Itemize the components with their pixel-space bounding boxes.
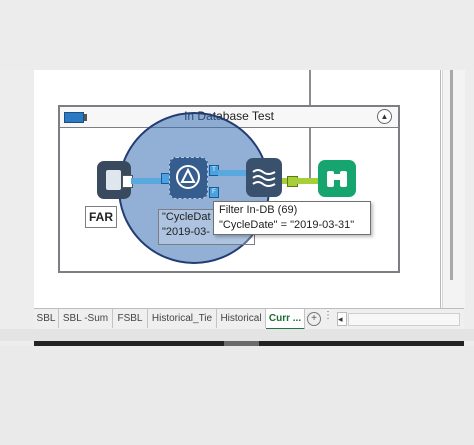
tab-current[interactable]: Curr ... xyxy=(266,309,305,330)
connection-line xyxy=(296,178,318,184)
background-top xyxy=(0,0,474,70)
sheet-tab-bar: SBL SBL -Sum FSBL Historical_Tie Histori… xyxy=(34,308,464,330)
background-bottom xyxy=(0,346,474,445)
tooltip-expression: "CycleDate" = "2019-03-31" xyxy=(219,219,355,231)
connection-line xyxy=(131,178,161,184)
horizontal-scrollbar[interactable] xyxy=(348,313,460,326)
filter-in-db-tool[interactable] xyxy=(169,157,208,199)
add-sheet-button[interactable]: + xyxy=(307,312,321,326)
input-data-icon xyxy=(106,170,121,190)
far-tool-label: FAR xyxy=(85,206,117,228)
browse-binoculars-icon xyxy=(327,171,347,187)
connection-line xyxy=(218,170,246,176)
tool-tooltip: Filter In-DB (69) "CycleDate" = "2019-03… xyxy=(213,201,371,235)
data-stream-out-icon xyxy=(252,169,276,187)
collapse-button[interactable]: ▲ xyxy=(377,109,392,124)
scroll-left-button[interactable]: ◂ xyxy=(337,312,347,326)
tab-options-button[interactable]: ⋮ xyxy=(323,310,333,321)
filter-in-db-icon xyxy=(176,165,200,189)
tab-sbl[interactable]: SBL xyxy=(34,309,59,328)
canvas-divider xyxy=(440,70,441,308)
tab-historical[interactable]: Historical xyxy=(217,309,266,328)
status-strip xyxy=(0,329,474,341)
browse-tool[interactable] xyxy=(318,160,356,197)
canvas-vertical-scrollbar[interactable] xyxy=(442,70,465,308)
tab-sbl-sum[interactable]: SBL -Sum xyxy=(59,309,113,328)
data-stream-out-tool[interactable] xyxy=(246,158,282,197)
tooltip-title: Filter In-DB (69) xyxy=(219,204,298,216)
tab-historical-tie[interactable]: Historical_Tie xyxy=(148,309,217,328)
filter-false-anchor[interactable]: F xyxy=(209,187,219,198)
scrollbar-thumb[interactable] xyxy=(450,70,453,280)
tab-fsbl[interactable]: FSBL xyxy=(113,309,148,328)
